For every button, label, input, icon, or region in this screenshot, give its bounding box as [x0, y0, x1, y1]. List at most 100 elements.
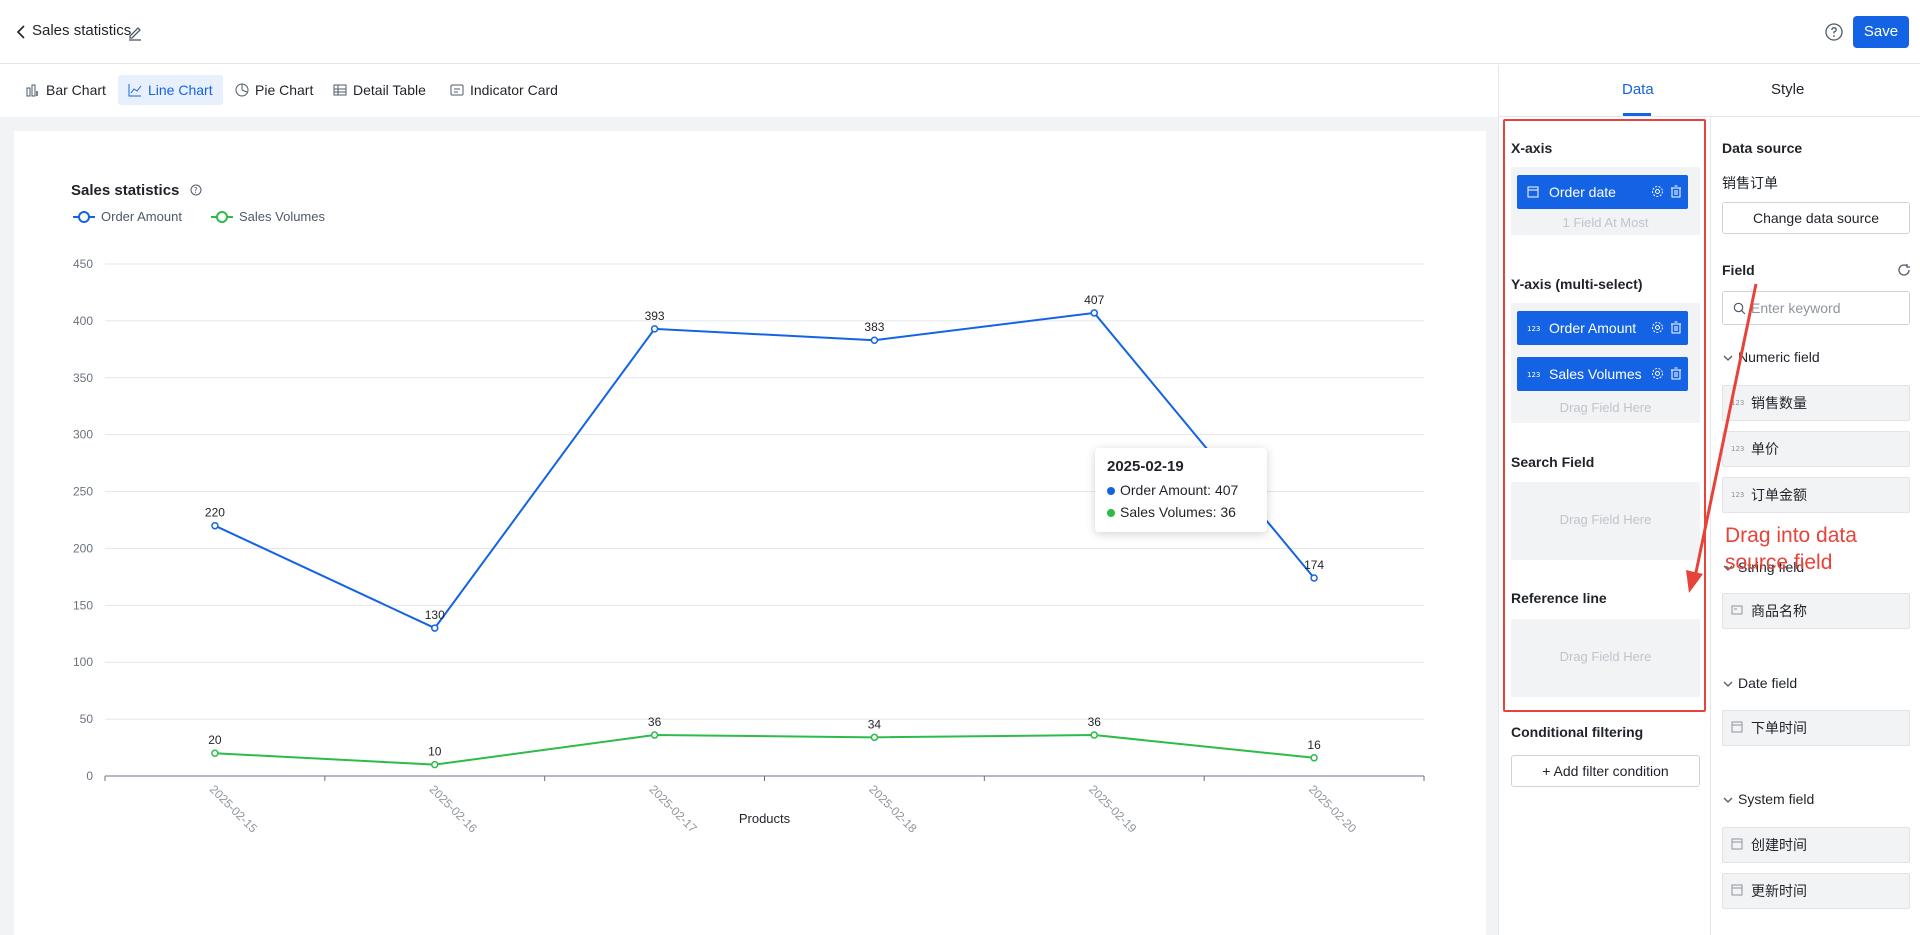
tab-data[interactable]: Data: [1622, 81, 1654, 98]
x-axis-field-chip[interactable]: Order date: [1517, 175, 1688, 209]
x-tick-label: 2025-02-15: [207, 782, 261, 835]
add-filter-button[interactable]: + Add filter condition: [1511, 755, 1700, 787]
search-field-hint: Drag Field Here: [1559, 512, 1652, 527]
numeric-field-icon: 123: [1731, 445, 1744, 453]
data-label: 407: [1084, 293, 1104, 307]
numeric-field-icon: 123: [1731, 491, 1744, 499]
numeric-field-group[interactable]: Numeric field: [1722, 349, 1820, 365]
back-arrow-icon[interactable]: [12, 22, 32, 42]
field-item[interactable]: 更新时间: [1722, 873, 1910, 909]
field-item[interactable]: 商品名称: [1722, 593, 1910, 629]
data-point: [650, 731, 659, 739]
field-item[interactable]: 创建时间: [1722, 827, 1910, 863]
reference-line-label: Reference line: [1511, 590, 1607, 606]
svg-text:123: 123: [1731, 491, 1744, 499]
string-field-group[interactable]: String field: [1722, 559, 1804, 575]
legend-marker: [78, 211, 90, 223]
field-item[interactable]: 下单时间: [1722, 710, 1910, 746]
numeric-field-icon: 123: [1527, 371, 1540, 379]
data-point: [650, 325, 659, 333]
field-item[interactable]: 123 销售数量: [1722, 385, 1910, 421]
y-axis-field-chip[interactable]: 123 Order Amount: [1517, 311, 1688, 345]
search-input[interactable]: [1751, 298, 1901, 318]
y-tick-label: 350: [73, 371, 93, 385]
gear-icon[interactable]: [1651, 367, 1664, 380]
x-tick-label: 2025-02-17: [646, 782, 700, 835]
data-label: 220: [205, 506, 225, 520]
line-chart-icon: [128, 84, 142, 97]
chip-label: Order Amount: [1549, 320, 1637, 336]
field-search-box[interactable]: [1722, 291, 1910, 325]
tooltip-series-name: Sales Volumes: [1120, 504, 1213, 520]
field-label: 商品名称: [1751, 603, 1807, 619]
reference-line-drop-zone[interactable]: Drag Field Here: [1511, 619, 1700, 697]
x-axis-drop-zone[interactable]: Order date 1 Field At Most: [1511, 167, 1700, 235]
tab-detail-table[interactable]: Detail Table: [323, 75, 436, 105]
date-field-icon: [1731, 884, 1743, 896]
field-item[interactable]: 123 单价: [1722, 431, 1910, 467]
data-label: 393: [645, 309, 665, 323]
datasource-name: 销售订单: [1722, 175, 1778, 191]
y-tick-label: 250: [73, 485, 93, 499]
data-label: 383: [864, 320, 884, 334]
chart-tooltip: 2025-02-19 Order Amount: 407 Sales Volum…: [1095, 448, 1267, 532]
tooltip-row: Sales Volumes: 36: [1107, 501, 1255, 523]
string-field-icon: [1731, 605, 1743, 615]
tooltip-series-value: 36: [1220, 504, 1236, 520]
tab-label: Pie Chart: [255, 82, 314, 98]
gear-icon[interactable]: [1651, 185, 1664, 198]
field-label: 下单时间: [1751, 720, 1807, 736]
change-datasource-button[interactable]: Change data source: [1722, 202, 1910, 234]
svg-text:123: 123: [1731, 399, 1744, 407]
tab-style[interactable]: Style: [1771, 81, 1804, 98]
datasource-column: Data source 销售订单 Change data source Fiel…: [1712, 117, 1920, 935]
trash-icon[interactable]: [1670, 321, 1682, 334]
data-point: [870, 733, 879, 742]
chart-type-tabs: Bar Chart Line Chart Pie Chart Detail Ta…: [0, 65, 1498, 117]
field-item[interactable]: 123 订单金额: [1722, 477, 1910, 513]
y-tick-label: 450: [73, 257, 93, 271]
x-axis-hint: 1 Field At Most: [1562, 215, 1649, 230]
data-point: [870, 336, 879, 344]
y-axis-drop-zone[interactable]: 123 Order Amount 123 Sales Volumes Drag …: [1511, 303, 1700, 423]
chart-title: Sales statistics: [71, 182, 179, 199]
field-label: 更新时间: [1751, 883, 1807, 899]
y-axis-field-chip[interactable]: 123 Sales Volumes: [1517, 357, 1688, 391]
refresh-icon[interactable]: [1897, 263, 1911, 277]
x-tick-label: 2025-02-16: [427, 782, 481, 835]
date-field-icon: [1731, 838, 1743, 850]
data-label: 36: [648, 715, 662, 729]
help-icon[interactable]: [1824, 22, 1844, 42]
chart-card: Sales statistics? Order Amount Sales Volum…: [14, 131, 1486, 935]
gear-icon[interactable]: [1651, 321, 1664, 334]
chip-label: Order date: [1549, 184, 1616, 200]
data-point: [1310, 754, 1318, 762]
tab-indicator-card[interactable]: Indicator Card: [440, 75, 568, 105]
tab-pie-chart[interactable]: Pie Chart: [225, 75, 323, 105]
chip-label: Sales Volumes: [1549, 366, 1642, 382]
data-label: 130: [425, 608, 445, 622]
y-tick-label: 100: [73, 655, 93, 669]
data-label: 20: [208, 733, 222, 747]
y-tick-label: 400: [73, 314, 93, 328]
x-tick-label: 2025-02-19: [1086, 782, 1140, 835]
trash-icon[interactable]: [1670, 367, 1682, 380]
y-tick-label: 200: [73, 541, 93, 555]
tab-line-chart[interactable]: Line Chart: [118, 75, 223, 105]
edit-icon[interactable]: [126, 23, 144, 41]
tab-bar-chart[interactable]: Bar Chart: [16, 75, 116, 105]
x-tick-label: 2025-02-18: [866, 782, 920, 835]
data-point: [1090, 731, 1098, 739]
numeric-field-icon: 123: [1527, 325, 1540, 333]
date-field-group[interactable]: Date field: [1722, 675, 1797, 691]
system-field-group[interactable]: System field: [1722, 791, 1814, 807]
save-button[interactable]: Save: [1853, 16, 1909, 48]
trash-icon[interactable]: [1670, 185, 1682, 198]
data-label: 34: [868, 717, 882, 731]
search-field-drop-zone[interactable]: Drag Field Here: [1511, 482, 1700, 560]
chevron-down-icon: [1723, 681, 1733, 688]
y-axis-label: Y-axis (multi-select): [1511, 276, 1643, 292]
tab-label: Detail Table: [353, 82, 426, 98]
search-icon: [1733, 302, 1746, 315]
chevron-down-icon: [1723, 797, 1733, 804]
